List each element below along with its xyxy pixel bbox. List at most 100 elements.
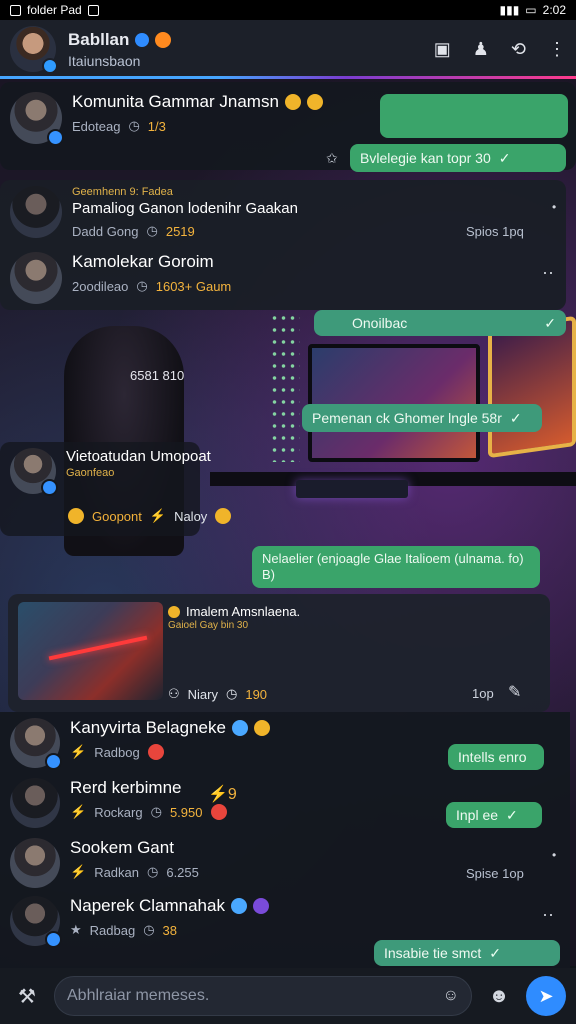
list-item[interactable]: Naperek Clamnahak ★ Radbag ◷ 38 [0, 896, 279, 948]
clock: 2:02 [542, 3, 566, 17]
progress-line [0, 76, 576, 79]
signal-icon: ▮▮▮ [499, 3, 520, 17]
chat-title: Rerd kerbimne [70, 778, 182, 797]
lightning-icon: ⚡ [149, 508, 167, 523]
media-message-card[interactable]: Imalem Amsnlaena. Gaioel Gay bin 30 ⚇ Ni… [8, 594, 550, 712]
chat-header: Babllan Itaiunsbaon ▣ ♟ ⟲ ⋮ [0, 20, 576, 78]
more-options-icon[interactable]: ⋮ [548, 39, 566, 60]
emoji-icon [252, 898, 269, 914]
bubble-text: Pemenan ck Ghomer lngle 58r [312, 410, 502, 426]
avatar [10, 838, 60, 888]
bolt-icon: ⚡9 [208, 786, 237, 803]
fire-icon [155, 31, 172, 48]
avatar[interactable] [10, 26, 58, 74]
check-icon: ✓ [509, 409, 522, 426]
chat-title: Kanyvirta Belagneke [70, 718, 226, 737]
list-item[interactable]: Vietoatudan Umopoat Gaonfeao [0, 448, 221, 496]
emoji-picker-icon[interactable]: ☺ [443, 987, 459, 1005]
chat-count: 2519 [165, 223, 195, 239]
card-footer-label: Niary [187, 686, 218, 702]
check-icon: ✓ [506, 806, 518, 823]
chat-sub-label: Dadd Gong [72, 223, 139, 239]
bolt-icon: ⚡ [70, 744, 87, 759]
chat-sub-label: 2oodileao [72, 278, 129, 294]
message-bubble[interactable]: Insabie tie smct ✓ [374, 940, 560, 966]
avatar [10, 186, 62, 238]
emoji-icon [215, 508, 232, 524]
chat-title: Naperek Clamnahak [70, 896, 225, 915]
message-bubble[interactable]: Pemenan ck Ghomer lngle 58r ✓ [302, 404, 542, 432]
check-icon: ✓ [489, 944, 501, 961]
bolt-icon: ⚡ [70, 864, 87, 879]
edit-icon[interactable]: ✎ [508, 682, 521, 702]
more-icon[interactable]: ·· [542, 262, 554, 283]
folder-icon[interactable]: ▣ [434, 39, 451, 60]
chat-sub-label: Edoteag [72, 118, 121, 134]
message-input[interactable]: Abhlraiar memeses. ☺ [54, 976, 472, 1016]
bubble-text: Nelaelier (enjoagle Glae Italioem (ulnam… [262, 551, 524, 582]
chat-count: 1603+ Gaum [155, 278, 232, 294]
emoji-icon [306, 94, 323, 110]
message-bubble[interactable]: Onoilbac ✓ [314, 310, 566, 336]
reaction-label-2: Naloy [174, 508, 208, 524]
bolt-icon: ⚡ [70, 804, 87, 819]
message-bubble[interactable]: Nelaelier (enjoagle Glae Italioem (ulnam… [252, 546, 540, 588]
chat-sub-label: Radbog [94, 744, 140, 760]
refresh-icon[interactable]: ⟲ [511, 39, 526, 60]
message-bubble[interactable]: Intells enro [448, 744, 544, 770]
header-subtitle: Itaiunsbaon [68, 52, 141, 69]
keyboard-image [296, 480, 408, 498]
status-bar: folder Pad ▮▮▮ ▭ 2:02 [0, 0, 576, 20]
attach-icon[interactable]: ⚒ [10, 984, 44, 1009]
emoji-icon [210, 804, 227, 820]
led-dots [270, 312, 300, 462]
star-icon[interactable]: ✩ [326, 150, 338, 167]
clock-icon: ◷ [146, 223, 158, 238]
avatar [10, 778, 60, 828]
sticker-icon[interactable]: ☻ [482, 985, 516, 1008]
chat-count: 38 [162, 922, 178, 938]
emoji-icon [68, 508, 84, 524]
bubble-text: Onoilbac [352, 315, 408, 331]
clock-icon: ◷ [147, 864, 159, 879]
send-button[interactable]: ➤ [526, 976, 566, 1016]
bubble-text: Inpl ee [456, 807, 499, 823]
list-item[interactable]: Sookem Gant ⚡ Radkan ◷ 6.255 [0, 838, 209, 888]
emoji-icon [230, 898, 247, 914]
users-icon: ⚇ [168, 686, 180, 701]
list-item[interactable]: Rerd kerbimne ⚡ Rockarg ◷ 5.950 [0, 778, 237, 828]
clock-icon: ◷ [128, 118, 140, 133]
scene-label: 6581 810 [130, 368, 185, 383]
message-bubble[interactable]: Bvlelegie kan topr 30 ✓ [350, 144, 566, 172]
list-item[interactable]: Kanyvirta Belagneke ⚡ Radbog [0, 718, 280, 770]
avatar [10, 718, 62, 770]
bell-icon[interactable]: ♟ [473, 39, 489, 60]
card-meta: Gaioel Gay bin 30 [168, 620, 249, 631]
chat-title: Sookem Gant [70, 838, 174, 857]
bubble-text: Bvlelegie kan topr 30 [360, 150, 491, 166]
list-item[interactable]: Komunita Gammar Jnamsn Edoteag ◷ 1/3 [0, 92, 333, 146]
card-title: Imalem Amsnlaena. [186, 604, 301, 619]
chat-title: Pamaliog Ganon lodenihr Gaakan [72, 200, 298, 217]
battery-icon: ▭ [525, 3, 537, 17]
emoji-icon [231, 720, 248, 736]
reaction-label: Goopont [92, 508, 142, 524]
check-icon: ✓ [498, 149, 511, 166]
app-icon [87, 4, 99, 16]
list-item[interactable]: Kamolekar Goroim 2oodileao ◷ 1603+ Gaum [0, 252, 241, 304]
more-icon[interactable]: ·· [542, 904, 554, 925]
chat-sub-label: Radbag [89, 922, 136, 938]
message-bubble-empty[interactable] [380, 94, 568, 138]
status-badge [42, 58, 58, 74]
verified-icon [135, 32, 150, 47]
avatar [10, 92, 64, 146]
send-icon: ➤ [538, 985, 554, 1006]
media-thumbnail[interactable] [18, 602, 163, 700]
status-left-text: folder Pad [27, 3, 82, 17]
emoji-icon [253, 720, 270, 736]
chat-tag: Geemhenn 9: Fadea [72, 186, 173, 198]
message-bubble[interactable]: Inpl ee ✓ [446, 802, 542, 828]
list-item[interactable]: Geemhenn 9: Fadea Pamaliog Ganon lodenih… [0, 186, 308, 239]
monitor-side-image [488, 315, 576, 459]
clock-icon: ◷ [136, 278, 148, 293]
